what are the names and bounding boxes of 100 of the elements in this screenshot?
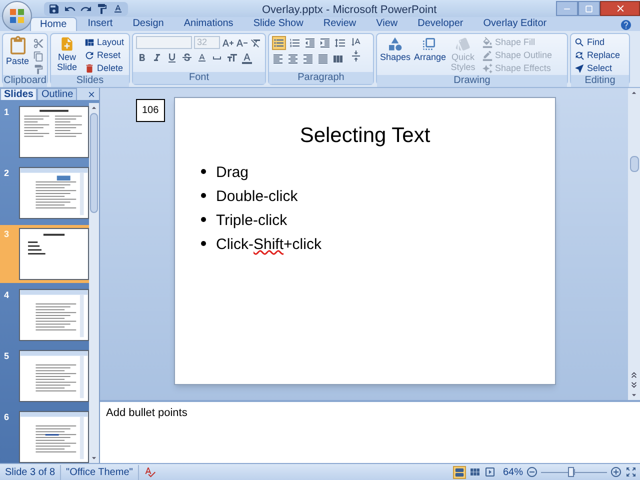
zoom-thumb[interactable] xyxy=(568,467,574,477)
strikethrough-icon xyxy=(181,52,193,64)
logo-icon xyxy=(10,9,24,23)
layout-button[interactable]: Layout xyxy=(84,36,124,49)
notes-text: Add bullet points xyxy=(106,406,188,421)
slide-title: Selecting Text xyxy=(300,123,430,149)
styles-icon xyxy=(455,36,471,52)
group-label: Slides xyxy=(51,75,129,87)
ribbon-tab[interactable]: Slide Show xyxy=(244,17,312,31)
bullet-icon xyxy=(201,192,206,198)
group-label: Font xyxy=(133,72,265,84)
pane-tab[interactable]: Outline xyxy=(37,88,78,100)
align-right-icon xyxy=(302,53,314,65)
align-left-icon xyxy=(272,53,284,65)
brush-icon xyxy=(96,2,108,14)
previous-slide-icon xyxy=(629,370,639,380)
delete-button[interactable]: Delete xyxy=(84,62,124,75)
slide-number: 6 xyxy=(4,411,10,424)
columns-icon xyxy=(332,53,344,65)
slide-tag: 106 xyxy=(136,99,165,122)
pointer-icon xyxy=(574,63,585,74)
clear-formatting-icon xyxy=(250,36,262,48)
group-label: Drawing xyxy=(377,75,567,87)
arrange-button[interactable]: Arrange xyxy=(414,36,444,62)
bullet-item: Triple-click xyxy=(201,210,322,230)
search-icon xyxy=(574,37,585,48)
italic-icon xyxy=(151,52,163,64)
paste-button[interactable]: Paste xyxy=(6,36,30,67)
select-button[interactable]: Select xyxy=(574,62,620,75)
bullets-button[interactable] xyxy=(272,36,286,50)
scrollbar[interactable] xyxy=(89,103,99,463)
restore-icon xyxy=(584,4,594,14)
clipboard-icon xyxy=(8,36,28,56)
slide-sorter-icon xyxy=(468,466,481,478)
replace-button[interactable]: Replace xyxy=(574,49,620,62)
pane-tab[interactable]: Slides xyxy=(0,88,38,100)
new-slide-button[interactable]: New Slide xyxy=(54,36,80,72)
save-icon xyxy=(48,2,60,14)
close-icon xyxy=(614,3,626,14)
layout-icon xyxy=(84,37,95,48)
bullet-icon xyxy=(201,240,206,246)
justify-icon xyxy=(317,53,329,65)
shrink-font-icon xyxy=(236,36,248,48)
delete-icon xyxy=(84,63,95,74)
slide-number: 5 xyxy=(4,350,10,363)
zoom-slider[interactable] xyxy=(541,467,607,477)
slide-thumbnail xyxy=(19,289,89,341)
zoom-out-icon xyxy=(526,466,538,478)
pencil-icon xyxy=(482,50,493,61)
close-button[interactable] xyxy=(600,1,640,16)
slide-number: 2 xyxy=(4,167,10,180)
ribbon-tab[interactable]: View xyxy=(367,17,407,31)
slide-thumbnail-item[interactable]: 2 xyxy=(0,164,89,222)
bullet-item: Drag xyxy=(201,162,322,182)
slide-thumbnail xyxy=(19,411,89,463)
help-icon xyxy=(620,19,632,31)
slide-thumbnail-item[interactable]: 1 xyxy=(0,103,89,161)
slide-thumbnail-item[interactable]: 4 xyxy=(0,286,89,344)
sparkle-icon xyxy=(482,63,493,74)
vertical-scrollbar[interactable] xyxy=(628,88,640,400)
minimize-button[interactable] xyxy=(556,1,578,16)
shapes-button[interactable]: Shapes xyxy=(380,36,410,62)
zoom-in-icon xyxy=(610,466,622,478)
paint-bucket-icon xyxy=(482,37,493,48)
bullet-item: Double-click xyxy=(201,186,322,206)
ribbon-tab[interactable]: Insert xyxy=(78,17,122,31)
normal-view-button[interactable] xyxy=(452,466,466,478)
next-slide-icon xyxy=(629,380,639,390)
font-name-field[interactable] xyxy=(136,36,192,49)
underline-icon xyxy=(166,52,178,64)
ribbon-tab[interactable]: Animations xyxy=(174,17,242,31)
cut-icon xyxy=(33,38,44,49)
align-center-icon xyxy=(287,53,299,65)
slide-thumbnail xyxy=(19,350,89,402)
ribbon-tab[interactable]: Developer xyxy=(408,17,472,31)
zoom-level: 64% xyxy=(502,466,523,480)
arrange-icon xyxy=(421,36,437,52)
reset-button[interactable]: Reset xyxy=(84,49,124,62)
reset-icon xyxy=(84,50,95,61)
slide-thumbnail-item[interactable]: 6 xyxy=(0,408,89,463)
slide-thumbnail-item[interactable]: 5 xyxy=(0,347,89,405)
grow-font-icon xyxy=(222,36,234,48)
slide-number: 1 xyxy=(4,106,10,119)
slide-number: 3 xyxy=(4,228,10,241)
find-button[interactable]: Find xyxy=(574,36,620,49)
format-painter-icon xyxy=(33,64,44,75)
ribbon-tab[interactable]: Overlay Editor xyxy=(474,17,556,31)
slide-thumbnail xyxy=(19,167,89,219)
restore-button[interactable] xyxy=(578,1,600,16)
scroll-thumb[interactable] xyxy=(630,156,638,172)
bullet-icon xyxy=(201,168,206,174)
slide-show-icon xyxy=(484,466,496,478)
ribbon-tab[interactable]: Home xyxy=(30,17,77,31)
bullet-item: Click-Shift+click xyxy=(201,234,322,254)
ribbon-tab[interactable]: Review xyxy=(314,17,366,31)
scroll-thumb[interactable] xyxy=(90,113,98,213)
slide-count: Slide 3 of 8 xyxy=(0,464,62,480)
close-icon xyxy=(87,90,96,99)
fit-to-window-icon xyxy=(625,466,637,478)
ribbon-tab[interactable]: Design xyxy=(124,17,173,31)
